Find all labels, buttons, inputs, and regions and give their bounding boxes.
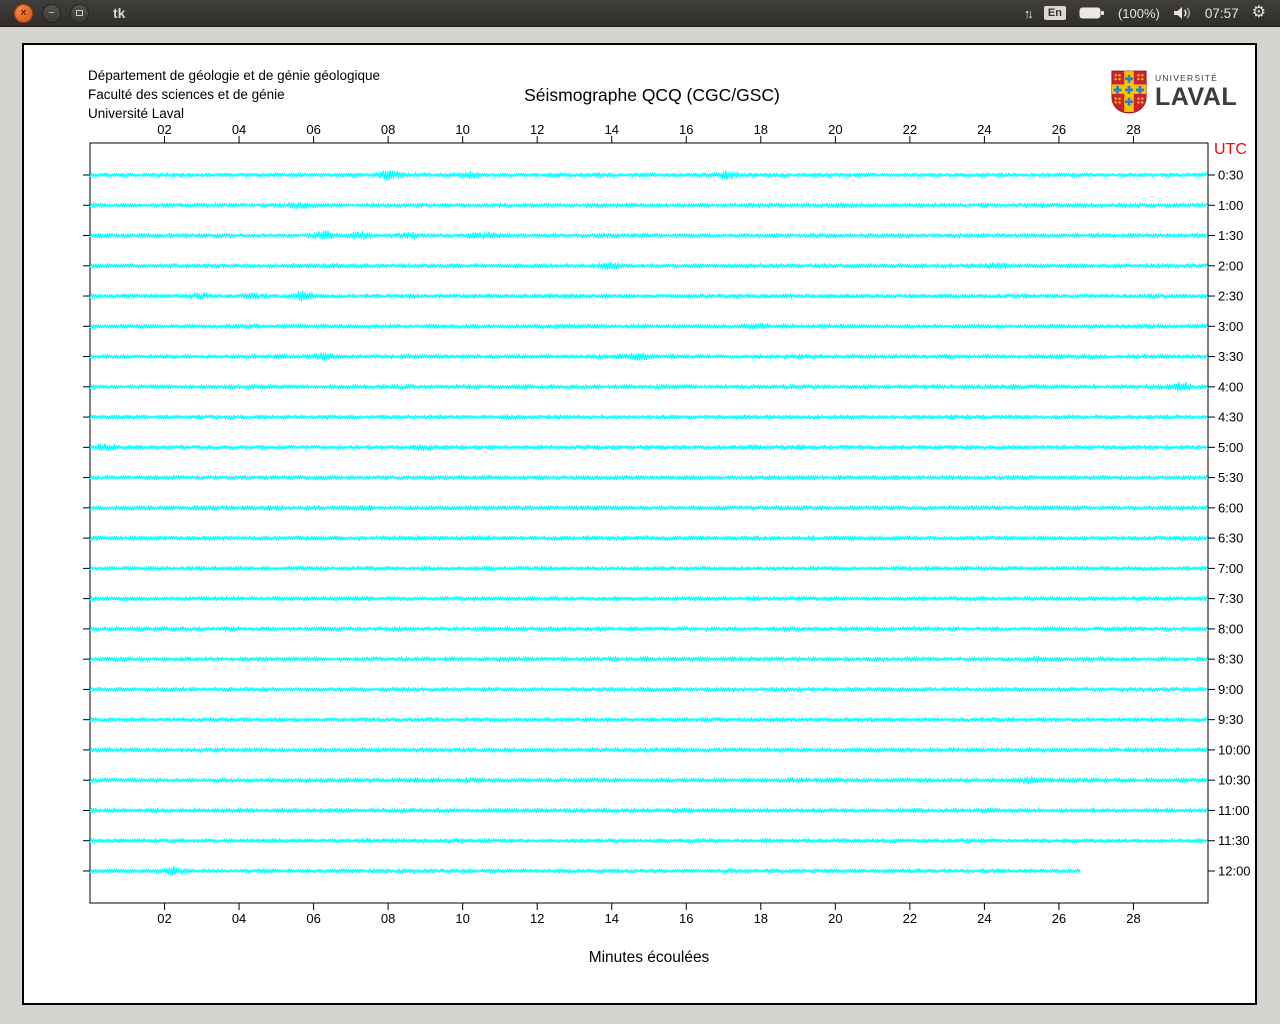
svg-text:26: 26 [1052, 122, 1066, 137]
svg-text:24: 24 [977, 911, 991, 926]
svg-text:3:00: 3:00 [1218, 319, 1243, 334]
svg-text:1:30: 1:30 [1218, 228, 1243, 243]
svg-text:6:30: 6:30 [1218, 531, 1243, 546]
volume-icon[interactable] [1173, 6, 1192, 20]
svg-text:1:00: 1:00 [1218, 198, 1243, 213]
svg-text:4:00: 4:00 [1218, 379, 1243, 394]
svg-text:08: 08 [381, 122, 395, 137]
clock[interactable]: 07:57 [1205, 6, 1239, 21]
svg-text:14: 14 [604, 911, 618, 926]
svg-text:02: 02 [157, 122, 171, 137]
svg-text:26: 26 [1052, 911, 1066, 926]
svg-text:22: 22 [903, 122, 917, 137]
svg-text:12:00: 12:00 [1218, 863, 1251, 878]
svg-text:Minutes écoulées: Minutes écoulées [589, 949, 710, 966]
network-arrows-icon[interactable]: ↑↓ [1024, 6, 1031, 21]
svg-text:02: 02 [157, 911, 171, 926]
window-controls: × − [0, 4, 89, 23]
svg-text:11:30: 11:30 [1218, 833, 1250, 848]
session-gear-icon[interactable]: ⚙ [1252, 5, 1266, 21]
svg-text:9:00: 9:00 [1218, 682, 1243, 697]
svg-text:24: 24 [977, 122, 991, 137]
svg-text:10: 10 [455, 122, 469, 137]
svg-text:10:00: 10:00 [1218, 742, 1251, 757]
svg-text:5:30: 5:30 [1218, 470, 1243, 485]
svg-text:3:30: 3:30 [1218, 349, 1243, 364]
svg-text:UTC: UTC [1214, 141, 1247, 158]
keyboard-layout-indicator[interactable]: En [1044, 6, 1066, 20]
window-title: tk [113, 5, 125, 21]
minimize-button[interactable]: − [42, 4, 61, 23]
svg-text:08: 08 [381, 911, 395, 926]
close-icon: × [20, 8, 26, 19]
svg-text:16: 16 [679, 122, 693, 137]
svg-text:8:30: 8:30 [1218, 652, 1243, 667]
svg-text:2:30: 2:30 [1218, 289, 1243, 304]
maximize-icon [76, 10, 83, 16]
svg-text:4:30: 4:30 [1218, 410, 1243, 425]
svg-text:20: 20 [828, 911, 842, 926]
seismograph-plot: 02 02 04 04 06 06 08 08 10 10 12 12 14 14 16 16 18 18 20 20… [24, 45, 1255, 1003]
svg-text:16: 16 [679, 911, 693, 926]
svg-text:12: 12 [530, 122, 544, 137]
svg-text:04: 04 [232, 122, 246, 137]
svg-text:12: 12 [530, 911, 544, 926]
svg-text:04: 04 [232, 911, 246, 926]
svg-text:18: 18 [754, 911, 768, 926]
svg-text:8:00: 8:00 [1218, 621, 1243, 636]
svg-text:7:00: 7:00 [1218, 561, 1243, 576]
svg-text:10: 10 [455, 911, 469, 926]
svg-text:7:30: 7:30 [1218, 591, 1243, 606]
minimize-icon: − [48, 8, 54, 19]
battery-percent: (100%) [1118, 6, 1160, 21]
top-panel: × − tk ↑↓ En (100%) 07:57 ⚙ [0, 0, 1280, 27]
svg-text:14: 14 [604, 122, 618, 137]
svg-text:28: 28 [1126, 122, 1140, 137]
svg-text:06: 06 [306, 122, 320, 137]
svg-text:10:30: 10:30 [1218, 773, 1251, 788]
svg-text:6:00: 6:00 [1218, 500, 1243, 515]
svg-text:06: 06 [306, 911, 320, 926]
system-tray: ↑↓ En (100%) 07:57 ⚙ [1024, 5, 1280, 21]
svg-text:20: 20 [828, 122, 842, 137]
close-button[interactable]: × [14, 4, 33, 23]
svg-text:0:30: 0:30 [1218, 168, 1243, 183]
tk-window: Département de géologie et de génie géol… [22, 43, 1257, 1005]
svg-text:11:00: 11:00 [1218, 803, 1250, 818]
svg-text:28: 28 [1126, 911, 1140, 926]
maximize-button[interactable] [70, 4, 89, 23]
battery-icon[interactable] [1079, 6, 1105, 20]
svg-text:18: 18 [754, 122, 768, 137]
svg-text:5:00: 5:00 [1218, 440, 1243, 455]
svg-text:9:30: 9:30 [1218, 712, 1243, 727]
svg-text:2:00: 2:00 [1218, 258, 1243, 273]
svg-text:22: 22 [903, 911, 917, 926]
